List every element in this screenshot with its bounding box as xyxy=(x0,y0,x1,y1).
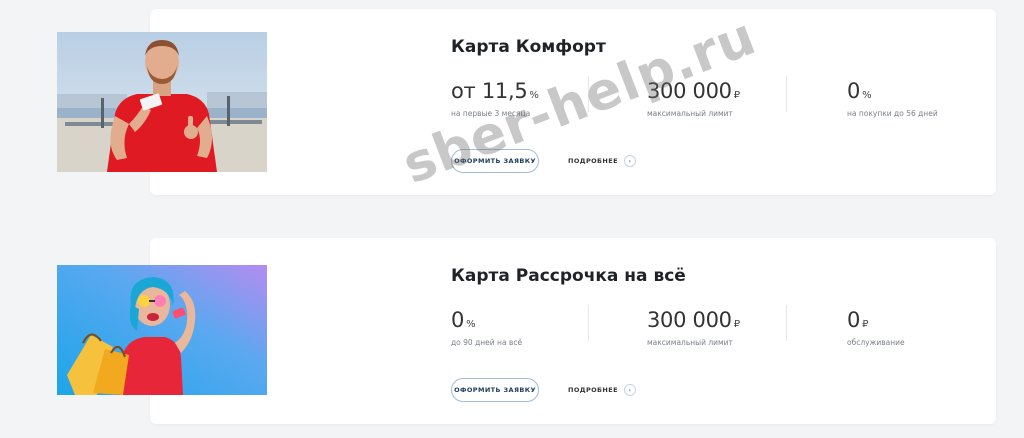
divider xyxy=(786,76,787,112)
man-with-card-image xyxy=(57,32,267,172)
stat-unit: % xyxy=(466,319,476,330)
stat-value: 300 000 xyxy=(647,308,732,332)
stat-unit: ₽ xyxy=(733,319,740,330)
stat-label: обслуживание xyxy=(847,338,905,347)
more-link[interactable]: ПОДРОБНЕЕ › xyxy=(568,384,636,396)
stat-label: максимальный лимит xyxy=(647,109,733,118)
stat-value: 0 xyxy=(847,79,861,103)
stat-grace: 0% на покупки до 56 дней xyxy=(847,79,938,118)
divider xyxy=(786,305,787,341)
stat-label: на покупки до 56 дней xyxy=(847,109,938,118)
stat-limit: 300 000 ₽ максимальный лимит xyxy=(647,308,740,347)
stat-value: 0 xyxy=(451,308,465,332)
product-card-installment: Карта Рассрочка на всё 0% до 90 дней на … xyxy=(150,238,996,424)
chevron-right-icon: › xyxy=(623,155,636,167)
woman-with-bags-image xyxy=(57,265,267,395)
apply-button[interactable]: ОФОРМИТЬ ЗАЯВКУ xyxy=(451,378,539,402)
more-link[interactable]: ПОДРОБНЕЕ › xyxy=(568,155,636,167)
more-link-label: ПОДРОБНЕЕ xyxy=(568,157,618,165)
chevron-right-icon: › xyxy=(623,384,636,396)
stat-service: 0 ₽ обслуживание xyxy=(847,308,905,347)
card-title: Карта Рассрочка на всё xyxy=(451,266,686,286)
stat-unit: ₽ xyxy=(862,319,869,330)
more-link-label: ПОДРОБНЕЕ xyxy=(568,386,618,394)
stat-unit: % xyxy=(862,90,872,101)
divider xyxy=(588,305,589,341)
product-image-comfort xyxy=(57,32,267,172)
product-image-installment xyxy=(57,265,267,405)
stat-unit: ₽ xyxy=(733,90,740,101)
stat-rate: 0% до 90 дней на всё xyxy=(451,308,522,347)
stat-label: максимальный лимит xyxy=(647,338,733,347)
stat-label: до 90 дней на всё xyxy=(451,338,523,347)
stat-value: 0 xyxy=(847,308,861,332)
card-title: Карта Комфорт xyxy=(451,37,606,57)
